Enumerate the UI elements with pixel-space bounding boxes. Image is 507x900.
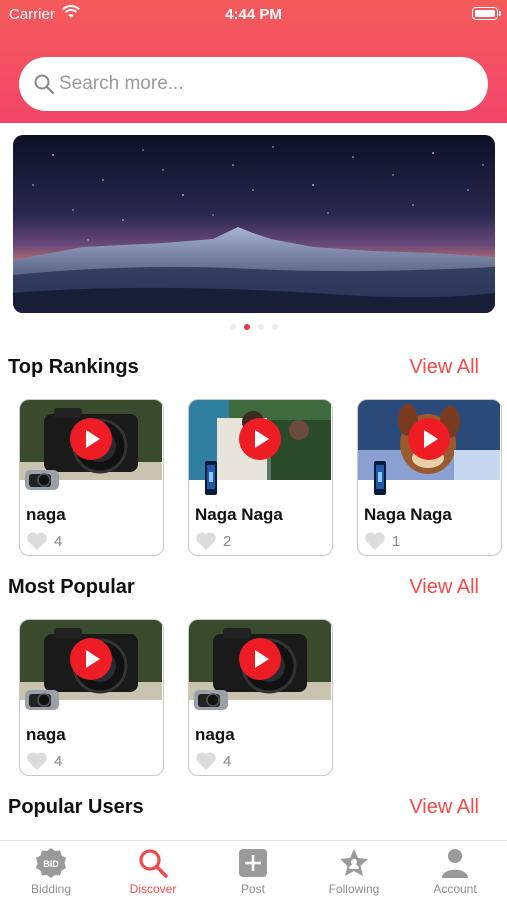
heart-icon[interactable]: [195, 531, 217, 551]
tab-account[interactable]: Account: [405, 847, 505, 896]
phone-badge-icon: [205, 461, 217, 495]
like-count: 4: [54, 532, 63, 550]
search-bar[interactable]: [19, 57, 488, 111]
video-card[interactable]: naga 4: [19, 619, 164, 776]
tab-label: Post: [240, 882, 265, 896]
heart-icon[interactable]: [364, 531, 386, 551]
play-button[interactable]: [408, 418, 450, 460]
view-all-most-popular-button[interactable]: View All: [409, 576, 479, 599]
like-count: 2: [223, 532, 232, 550]
tab-label: Following: [328, 882, 380, 896]
following-star-icon: [340, 849, 368, 876]
play-button[interactable]: [239, 418, 281, 460]
person-icon: [442, 849, 468, 878]
video-card[interactable]: naga 4: [188, 619, 333, 776]
tab-label: Discover: [129, 882, 177, 896]
like-counter[interactable]: 2: [195, 531, 231, 551]
carousel-page-indicator[interactable]: [0, 324, 507, 330]
video-title: naga: [195, 725, 235, 744]
section-title-most-popular: Most Popular: [8, 576, 135, 598]
search-icon: [34, 74, 55, 95]
like-count: 1: [392, 532, 401, 550]
tab-post[interactable]: Post: [203, 847, 303, 896]
heart-icon[interactable]: [26, 531, 48, 551]
search-icon: [139, 849, 168, 878]
heart-icon[interactable]: [195, 751, 217, 771]
play-button[interactable]: [239, 638, 281, 680]
bid-icon: BID: [36, 848, 66, 878]
view-all-popular-users-button[interactable]: View All: [409, 796, 479, 819]
header: Carrier 4:44 PM: [0, 0, 507, 123]
banner-image: [13, 135, 495, 313]
camera-badge-icon: [194, 690, 228, 710]
tab-bidding[interactable]: BID Bidding: [1, 847, 101, 896]
tab-label: Account: [433, 882, 477, 896]
view-all-top-rankings-button[interactable]: View All: [409, 356, 479, 379]
status-bar: Carrier 4:44 PM: [0, 0, 507, 30]
video-title: naga: [26, 505, 66, 524]
camera-badge-icon: [25, 470, 59, 490]
like-counter[interactable]: 4: [26, 531, 62, 551]
status-time: 4:44 PM: [225, 6, 282, 23]
like-counter[interactable]: 4: [195, 751, 231, 771]
carousel-dot-active[interactable]: [243, 324, 250, 330]
carousel-dot[interactable]: [257, 324, 264, 330]
tab-label: Bidding: [30, 882, 72, 896]
video-title: Naga Naga: [195, 505, 283, 524]
video-title: Naga Naga: [364, 505, 452, 524]
like-counter[interactable]: 4: [26, 751, 62, 771]
tab-bar: BID Bidding Discover Post Following Acco…: [0, 840, 507, 900]
play-button[interactable]: [70, 638, 112, 680]
section-title-popular-users: Popular Users: [8, 796, 144, 818]
carousel-dot[interactable]: [271, 324, 278, 330]
video-card[interactable]: naga 4: [19, 399, 164, 556]
video-card[interactable]: Naga Naga 2: [188, 399, 333, 556]
svg-text:BID: BID: [43, 859, 59, 869]
like-counter[interactable]: 1: [364, 531, 400, 551]
plus-box-icon: [239, 849, 267, 877]
tab-following[interactable]: Following: [304, 847, 404, 896]
video-title: naga: [26, 725, 66, 744]
like-count: 4: [223, 752, 232, 770]
heart-icon[interactable]: [26, 751, 48, 771]
carousel-dot[interactable]: [229, 324, 236, 330]
section-title-top-rankings: Top Rankings: [8, 356, 139, 378]
play-button[interactable]: [70, 418, 112, 460]
search-input[interactable]: [59, 73, 459, 95]
video-card[interactable]: Naga Naga 1: [357, 399, 502, 556]
camera-badge-icon: [25, 690, 59, 710]
tab-discover[interactable]: Discover: [103, 847, 203, 896]
banner-carousel[interactable]: [13, 135, 495, 313]
like-count: 4: [54, 752, 63, 770]
battery-icon: [472, 7, 501, 20]
phone-badge-icon: [374, 461, 386, 495]
